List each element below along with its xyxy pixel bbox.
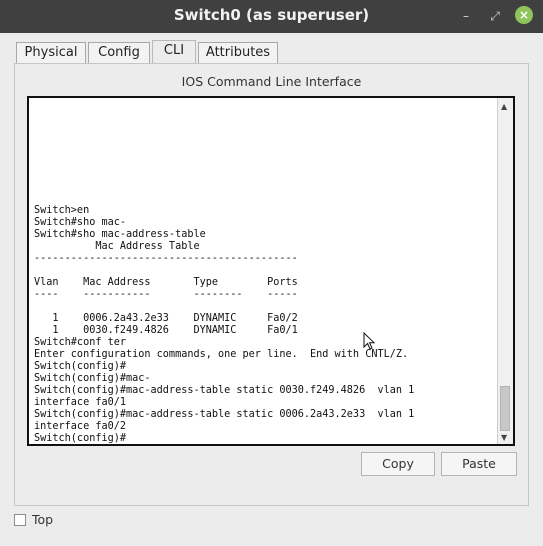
terminal-line: Switch(config)#	[34, 433, 127, 444]
paste-button[interactable]: Paste	[441, 452, 517, 476]
top-checkbox[interactable]	[14, 514, 26, 526]
terminal-output: Switch>en Switch#sho mac- Switch#sho mac-a…	[34, 205, 502, 444]
mouse-cursor-icon	[363, 332, 375, 350]
terminal-scrollbar[interactable]: ▲ ▼	[497, 98, 513, 444]
scroll-thumb[interactable]	[500, 386, 510, 431]
minimize-icon[interactable]: –	[458, 8, 474, 24]
terminal-line: Switch>en	[34, 205, 90, 216]
tab-physical[interactable]: Physical	[16, 42, 86, 64]
terminal-line: interface fa0/1	[34, 397, 127, 408]
terminal-line: Switch#sho mac-	[34, 217, 127, 228]
title-bar: Switch0 (as superuser) – ⤢ ×	[0, 0, 543, 33]
cli-panel: IOS Command Line Interface Switch>en Swit…	[14, 63, 529, 506]
terminal-line: Vlan Mac Address Type Ports	[34, 277, 298, 288]
cli-terminal[interactable]: Switch>en Switch#sho mac- Switch#sho mac-a…	[27, 96, 515, 446]
close-icon[interactable]: ×	[515, 6, 533, 24]
terminal-line: Switch(config)#mac-address-table static …	[34, 385, 415, 396]
terminal-line: Switch(config)#mac-	[34, 373, 151, 384]
terminal-line: 1 0030.f249.4826 DYNAMIC Fa0/1	[34, 325, 298, 336]
terminal-line: Switch(config)#mac-address-table static …	[34, 409, 415, 420]
top-label: Top	[32, 512, 54, 527]
terminal-line: interface fa0/2	[34, 421, 127, 432]
terminal-line: Switch#conf ter	[34, 337, 127, 348]
scroll-down-icon[interactable]: ▼	[501, 433, 507, 442]
terminal-line: Enter configuration commands, one per li…	[34, 349, 409, 360]
terminal-line: ---- ----------- -------- -----	[34, 289, 298, 300]
terminal-line: Switch(config)#	[34, 361, 127, 372]
terminal-line: ----------------------------------------…	[34, 253, 298, 264]
terminal-line: 1 0006.2a43.2e33 DYNAMIC Fa0/2	[34, 313, 298, 324]
terminal-line: Switch#sho mac-address-table	[34, 229, 206, 240]
maximize-icon[interactable]: ⤢	[487, 8, 503, 24]
tab-attributes[interactable]: Attributes	[198, 42, 278, 64]
tab-cli[interactable]: CLI	[152, 40, 196, 64]
tab-config[interactable]: Config	[88, 42, 150, 64]
scroll-up-icon[interactable]: ▲	[501, 102, 507, 111]
terminal-line: Mac Address Table	[34, 241, 200, 252]
switch-window: Switch0 (as superuser) – ⤢ × Physical Co…	[0, 0, 543, 546]
copy-button[interactable]: Copy	[361, 452, 435, 476]
panel-title: IOS Command Line Interface	[181, 74, 362, 89]
